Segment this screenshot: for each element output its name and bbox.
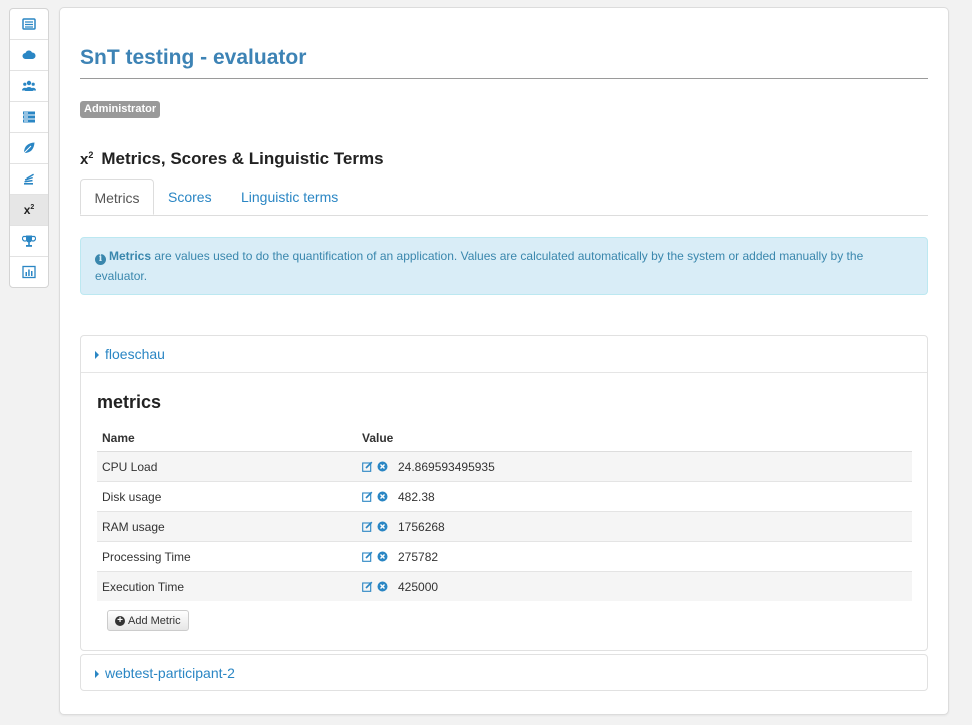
tab-bar: Metrics Scores Linguistic terms — [80, 179, 928, 216]
remove-icon[interactable] — [377, 521, 388, 532]
sidebar-nav: x2 — [9, 8, 49, 288]
metric-value: 24.869593495935 — [398, 459, 495, 474]
superscript-icon: x2 — [80, 150, 94, 168]
leaf-icon — [23, 142, 35, 154]
table-row: Disk usage 482.38 — [97, 481, 912, 512]
participant-toggle[interactable]: floeschau — [81, 336, 927, 373]
stack-icon — [24, 173, 34, 185]
metric-value-cell: 482.38 — [357, 481, 912, 512]
metrics-table: Name Value CPU Load 24.869593495935 Disk u… — [97, 424, 912, 601]
tab-metrics[interactable]: Metrics — [80, 179, 154, 215]
participant-name: floeschau — [105, 346, 165, 362]
column-header-value: Value — [357, 424, 912, 452]
metric-value-cell: 275782 — [357, 541, 912, 572]
sidebar-item-stats[interactable] — [10, 257, 48, 287]
metrics-heading: metrics — [97, 392, 162, 412]
edit-icon[interactable] — [362, 521, 373, 533]
caret-right-icon — [95, 670, 99, 678]
edit-icon[interactable] — [362, 461, 373, 473]
caret-right-icon — [95, 351, 99, 359]
title-divider — [80, 78, 928, 79]
users-icon — [22, 80, 36, 91]
metric-name: Execution Time — [97, 571, 357, 601]
column-header-name: Name — [97, 424, 357, 452]
metric-value: 425000 — [398, 579, 439, 594]
sidebar-item-stack[interactable] — [10, 164, 48, 195]
section-heading: x2 Metrics, Scores & Linguistic Terms — [80, 149, 384, 169]
info-alert: i Metrics are values used to do the quant… — [80, 237, 928, 295]
metric-value-cell: 1756268 — [357, 511, 912, 542]
remove-icon[interactable] — [377, 491, 388, 502]
participant-panel: floeschau metrics Name Value CPU Load 24.… — [80, 335, 928, 651]
sidebar-item-leaf[interactable] — [10, 133, 48, 164]
sidebar-item-metrics[interactable]: x2 — [10, 195, 48, 226]
metric-name: RAM usage — [97, 511, 357, 542]
section-title: Metrics, Scores & Linguistic Terms — [101, 149, 384, 168]
add-metric-button[interactable]: + Add Metric — [107, 610, 189, 631]
page-title: SnT testing - evaluator — [80, 46, 307, 69]
metric-name: Disk usage — [97, 481, 357, 512]
table-row: CPU Load 24.869593495935 — [97, 451, 912, 482]
sidebar-item-cloud[interactable] — [10, 40, 48, 71]
plus-circle-icon: + — [115, 615, 125, 626]
participant-toggle[interactable]: webtest-participant-2 — [81, 655, 927, 691]
metric-value: 482.38 — [398, 489, 435, 504]
metric-value: 1756268 — [398, 519, 445, 534]
remove-icon[interactable] — [377, 581, 388, 592]
info-icon: i — [95, 254, 106, 265]
main-panel: SnT testing - evaluator Administrator x2… — [59, 7, 949, 715]
alert-text: are values used to do the quantification… — [95, 249, 864, 283]
table-row: Processing Time 275782 — [97, 541, 912, 572]
table-row: Execution Time 425000 — [97, 571, 912, 601]
participant-name: webtest-participant-2 — [105, 665, 235, 681]
server-icon — [23, 111, 35, 123]
cloud-icon — [22, 50, 36, 59]
superscript-icon: x2 — [23, 203, 35, 217]
sidebar-item-trophy[interactable] — [10, 226, 48, 257]
edit-icon[interactable] — [362, 581, 373, 593]
edit-icon[interactable] — [362, 491, 373, 503]
tab-scores[interactable]: Scores — [168, 179, 212, 215]
sidebar-item-list[interactable] — [10, 9, 48, 40]
alert-bold: Metrics — [109, 249, 152, 263]
edit-icon[interactable] — [362, 551, 373, 563]
table-header-row: Name Value — [97, 424, 912, 452]
sidebar-item-users[interactable] — [10, 71, 48, 102]
table-row: RAM usage 1756268 — [97, 511, 912, 542]
metric-value: 275782 — [398, 549, 439, 564]
remove-icon[interactable] — [377, 551, 388, 562]
bar-chart-icon — [22, 265, 36, 279]
participant-panel: webtest-participant-2 — [80, 654, 928, 691]
sidebar-item-server[interactable] — [10, 102, 48, 133]
metric-name: Processing Time — [97, 541, 357, 572]
tab-linguistic-terms[interactable]: Linguistic terms — [241, 179, 338, 215]
list-icon — [22, 18, 36, 30]
remove-icon[interactable] — [377, 461, 388, 472]
trophy-icon — [22, 235, 36, 247]
metric-value-cell: 425000 — [357, 571, 912, 601]
role-badge: Administrator — [80, 101, 161, 118]
add-metric-label: Add Metric — [128, 614, 181, 627]
metric-name: CPU Load — [97, 451, 357, 482]
metric-value-cell: 24.869593495935 — [357, 451, 912, 482]
